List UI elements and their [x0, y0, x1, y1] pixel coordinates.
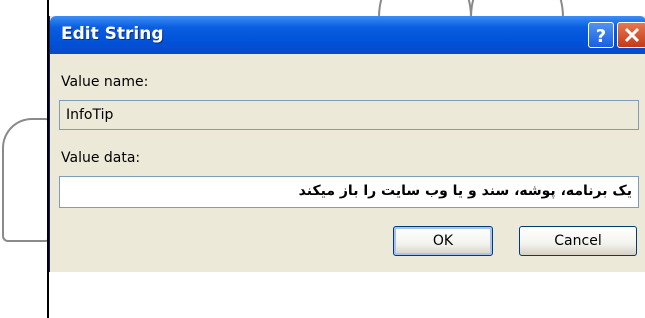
value-data-field[interactable]: یک برنامه، پوشه، سند و یا وب سایت را باز…	[59, 176, 639, 208]
close-icon	[624, 27, 640, 43]
help-button[interactable]: ?	[588, 22, 614, 48]
value-name-field[interactable]: InfoTip	[59, 100, 639, 130]
dialog-title: Edit String	[61, 24, 164, 44]
value-data-label: Value data:	[61, 150, 141, 166]
close-button[interactable]	[617, 22, 645, 48]
value-name-label: Value name:	[61, 74, 149, 90]
cancel-button[interactable]: Cancel	[519, 226, 637, 256]
help-icon: ?	[596, 26, 606, 47]
ok-button[interactable]: OK	[393, 226, 493, 256]
svg-text:?: ?	[596, 26, 606, 47]
edit-string-dialog: Edit String ? Value name: InfoTip Value …	[49, 16, 645, 272]
title-bar[interactable]: Edit String ?	[50, 16, 645, 54]
